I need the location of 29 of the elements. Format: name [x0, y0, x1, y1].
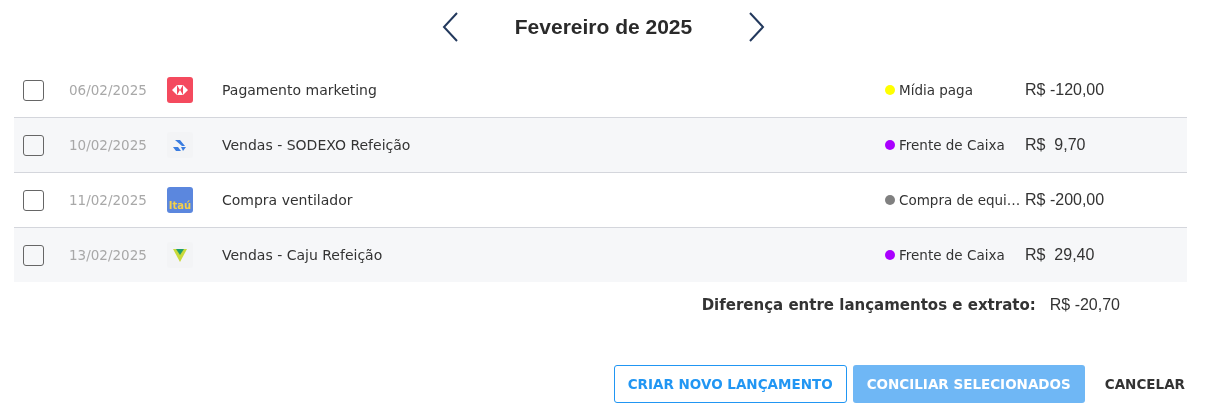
difference-label: Diferença entre lançamentos e extrato: — [701, 296, 1036, 314]
date-text: 06/02/2025 — [69, 82, 148, 98]
description-text: Vendas - SODEXO Refeição — [222, 137, 412, 153]
description-text: Pagamento marketing — [222, 82, 378, 98]
category-text: Frente de Caixa — [899, 137, 1005, 153]
amount-text: R$ 29,40 — [1025, 246, 1095, 264]
month-title: Fevereiro de 2025 — [514, 15, 693, 39]
checkbox[interactable] — [23, 244, 44, 266]
category-text: Mídia paga — [899, 82, 973, 98]
description-text: Compra ventilador — [222, 192, 354, 208]
cancel-button[interactable]: CANCELAR — [1090, 365, 1199, 403]
checkbox[interactable] — [23, 134, 44, 156]
date-text: 10/02/2025 — [69, 137, 148, 153]
amount-text: R$ -200,00 — [1025, 191, 1105, 209]
category-text: Compra de equi… — [899, 192, 1021, 208]
date-text: 11/02/2025 — [69, 192, 148, 208]
amount-text: R$ 9,70 — [1025, 136, 1086, 154]
checkbox[interactable] — [23, 79, 44, 101]
difference-amount: R$ -20,70 — [1049, 296, 1120, 314]
category-text: Frente de Caixa — [899, 247, 1005, 263]
bank-logo: Itaú — [167, 187, 193, 213]
date-text: 13/02/2025 — [69, 247, 148, 263]
checkbox[interactable] — [23, 189, 44, 211]
create-entry-button[interactable]: CRIAR NOVO LANÇAMENTO — [613, 365, 847, 403]
bank-logo-icon — [167, 77, 193, 103]
next-month-icon[interactable] — [748, 11, 767, 43]
description-text: Vendas - Caju Refeição — [222, 247, 384, 263]
amount-text: R$ -120,00 — [1025, 81, 1105, 99]
previous-month-icon[interactable] — [440, 11, 459, 43]
